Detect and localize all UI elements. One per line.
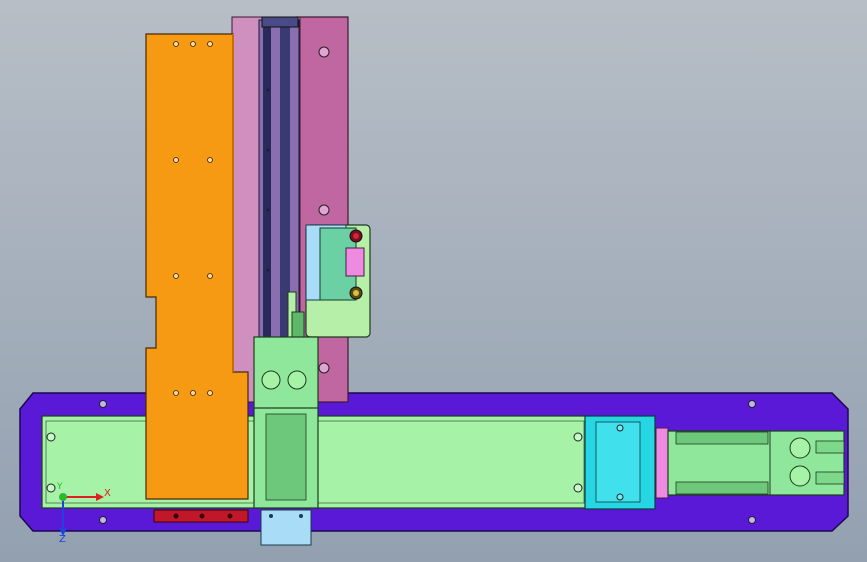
motor-coupling-block[interactable]	[584, 415, 656, 510]
motor-flange[interactable]	[655, 427, 669, 499]
cad-viewport[interactable]: X Y Z	[0, 0, 867, 562]
3d-model-view[interactable]	[0, 0, 867, 562]
z-axis-label: Z	[59, 534, 66, 545]
orange-cover-plate[interactable]	[145, 33, 249, 500]
servo-motor[interactable]	[667, 430, 845, 496]
bottom-block[interactable]	[260, 509, 312, 546]
y-axis-label: Y	[57, 482, 63, 492]
sensor-bracket[interactable]	[305, 224, 371, 338]
red-support-bar[interactable]	[153, 509, 249, 523]
x-axis-label: X	[104, 488, 111, 499]
